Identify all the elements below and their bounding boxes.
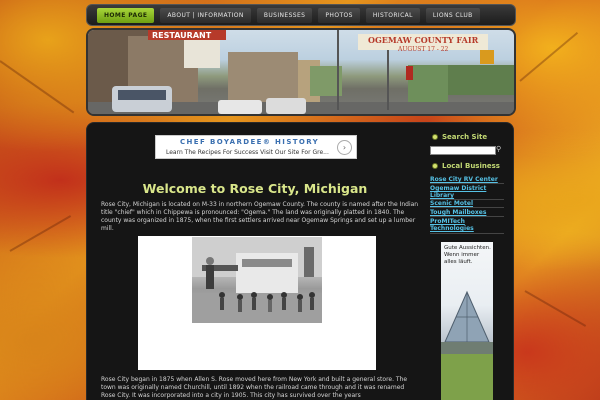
search-input[interactable] [430, 146, 496, 155]
search-icon[interactable]: ⚲ [496, 145, 501, 153]
ad-banner-title[interactable]: CHEF BOYARDEE® HISTORY [180, 138, 319, 146]
historic-photo [192, 237, 322, 323]
nav-lions-club[interactable]: LIONS CLUB [425, 7, 480, 23]
bullet-icon [432, 134, 438, 140]
sidebar-ad[interactable]: Gute Aussichten. Wenn immer alles läuft. [441, 242, 493, 400]
leaf-vein-decoration [519, 32, 579, 82]
business-heading-label: Local Business [442, 162, 500, 170]
history-paragraph: Rose City began in 1875 when Allen S. Ro… [101, 376, 408, 399]
leaf-vein-decoration [0, 60, 75, 114]
business-link-promitech-technologies[interactable]: ProMITech Technologies [430, 218, 504, 232]
intro-paragraph: Rose City, Michigan is located on M-33 i… [101, 201, 419, 232]
header-street-photo: RESTAURANT OGEMAW COUNTY FAIR AUGUST 17 … [86, 28, 516, 116]
business-link-ogemaw-district-library[interactable]: Ogemaw District Library [430, 185, 504, 199]
nav-historical[interactable]: HISTORICAL [365, 7, 420, 23]
nav-about-information[interactable]: ABOUT | INFORMATION [160, 7, 251, 23]
nav-home-page[interactable]: HOME PAGE [97, 7, 155, 23]
fair-banner-text: OGEMAW COUNTY FAIR [368, 35, 479, 45]
business-link-tough-mailboxes[interactable]: Tough Mailboxes [430, 209, 504, 216]
fair-dates-text: AUGUST 17 - 22 [397, 46, 449, 53]
business-link-rose-city-rv-center[interactable]: Rose City RV Center [430, 176, 504, 183]
nav-businesses[interactable]: BUSINESSES [256, 7, 313, 23]
business-link-scenic-motel[interactable]: Scenic Motel [430, 200, 504, 207]
sidebar-divider [430, 207, 504, 208]
restaurant-sign-text: RESTAURANT [152, 31, 212, 40]
search-heading-label: Search Site [442, 133, 488, 141]
historic-crowd-illustration [192, 237, 322, 323]
ad-banner[interactable]: CHEF BOYARDEE® HISTORY Learn The Recipes… [155, 135, 357, 159]
page-title: Welcome to Rose City, Michigan [142, 181, 368, 196]
leaf-vein-decoration [524, 290, 587, 327]
search-site-heading: Search Site [432, 133, 487, 141]
ad-banner-subtitle[interactable]: Learn The Recipes For Success Visit Our … [166, 149, 329, 156]
glass-pyramid-illustration [441, 290, 493, 400]
street-scene-illustration: RESTAURANT OGEMAW COUNTY FAIR AUGUST 17 … [88, 30, 514, 114]
sidebar-divider [430, 233, 504, 234]
bullet-icon [432, 163, 438, 169]
local-business-heading: Local Business [432, 162, 500, 170]
chevron-right-icon[interactable]: › [337, 140, 352, 155]
sidebar-divider [430, 216, 504, 217]
nav-photos[interactable]: PHOTOS [318, 7, 360, 23]
sidebar-divider [430, 183, 504, 184]
main-navigation: HOME PAGE ABOUT | INFORMATION BUSINESSES… [86, 4, 516, 26]
leaf-vein-decoration [9, 215, 72, 252]
